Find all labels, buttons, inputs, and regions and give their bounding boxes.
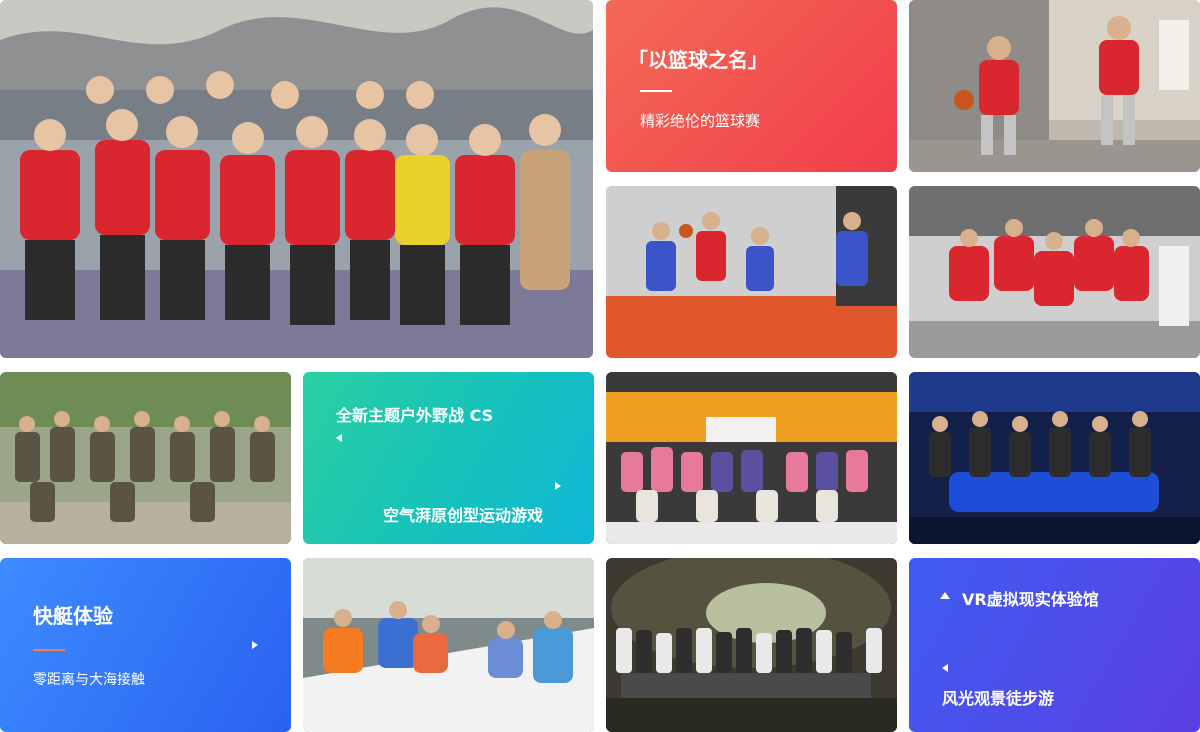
cave-hiking-group-photo xyxy=(606,558,897,732)
sailing-boat-photo xyxy=(303,558,594,732)
outdoor-cs-group-photo xyxy=(0,372,291,544)
basketball-huddle-photo xyxy=(909,186,1200,358)
vr-experience-card[interactable]: VR虚拟现实体验馆 风光观景徒步游 xyxy=(909,558,1200,732)
title-underline xyxy=(640,90,672,92)
vr-hall-group-photo xyxy=(909,372,1200,544)
arrow-up-icon xyxy=(940,592,950,599)
cs-card-title: 全新主题户外野战 CS xyxy=(336,406,494,425)
basketball-card-subtitle: 精彩绝伦的篮球赛 xyxy=(640,112,761,130)
outdoor-cs-card[interactable]: 全新主题户外野战 CS 空气湃原创型运动游戏 xyxy=(303,372,594,544)
speedboat-card[interactable]: 快艇体验 零距离与大海接触 xyxy=(0,558,291,732)
title-underline xyxy=(33,649,65,651)
basketball-card-title: 「以篮球之名」 xyxy=(628,48,768,72)
cs-card-subtitle: 空气湃原创型运动游戏 xyxy=(383,506,544,525)
speedboat-card-title: 快艇体验 xyxy=(33,604,113,628)
basketball-event-card[interactable]: 「以篮球之名」 精彩绝伦的篮球赛 xyxy=(606,0,897,172)
vr-card-subtitle: 风光观景徒步游 xyxy=(942,689,1055,708)
speedboat-card-subtitle: 零距离与大海接触 xyxy=(33,672,145,688)
arrow-right-icon xyxy=(252,641,258,649)
vr-card-title: VR虚拟现实体验馆 xyxy=(962,590,1099,609)
arrow-right-icon xyxy=(555,482,561,490)
arrow-left-icon xyxy=(336,434,342,442)
arrow-left-icon xyxy=(942,664,948,672)
basketball-indoor-game-photo xyxy=(606,186,897,358)
indoor-event-group-photo xyxy=(606,372,897,544)
team-basketball-group-photo xyxy=(0,0,593,358)
basketball-dribble-photo xyxy=(909,0,1200,172)
